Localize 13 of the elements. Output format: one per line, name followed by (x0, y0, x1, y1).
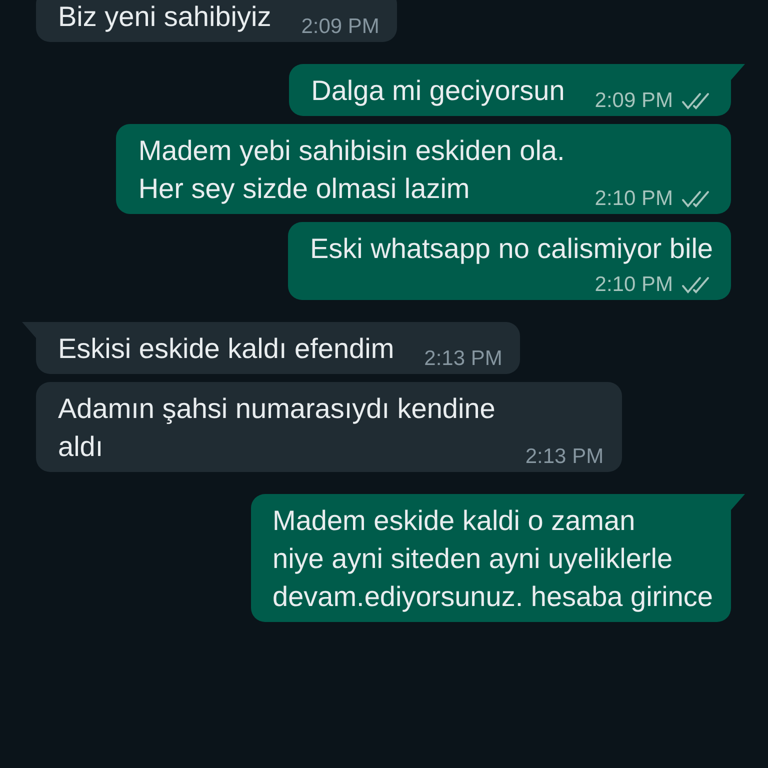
message-text: Biz yeni sahibiyiz (58, 0, 272, 34)
message-text: Eskisi eskide kaldı efendim (58, 332, 394, 366)
message-time: 2:09 PM (594, 88, 673, 114)
message-time: 2:09 PM (301, 14, 380, 40)
message-text: Adamın şahsi numarasıydı kendine aldı (58, 392, 496, 464)
message-text: Madem yebi sahibisin eskiden ola. Her sey sizde olmasi lazim (138, 134, 565, 206)
message-time: 2:10 PM (594, 186, 673, 212)
message-text: Dalga mi geciyorsun (311, 74, 565, 108)
message-time: 2:13 PM (525, 444, 604, 470)
message-text: Eski whatsapp no calismiyor bile (310, 232, 713, 266)
message-time: 2:13 PM (424, 346, 502, 372)
message-time: 2:10 PM (594, 272, 673, 298)
message-text: Madem eskide kaldi o zaman niye ayni siteden ayni uyeliklerle devam.ediyorsunuz. hesaba girince (272, 504, 713, 614)
